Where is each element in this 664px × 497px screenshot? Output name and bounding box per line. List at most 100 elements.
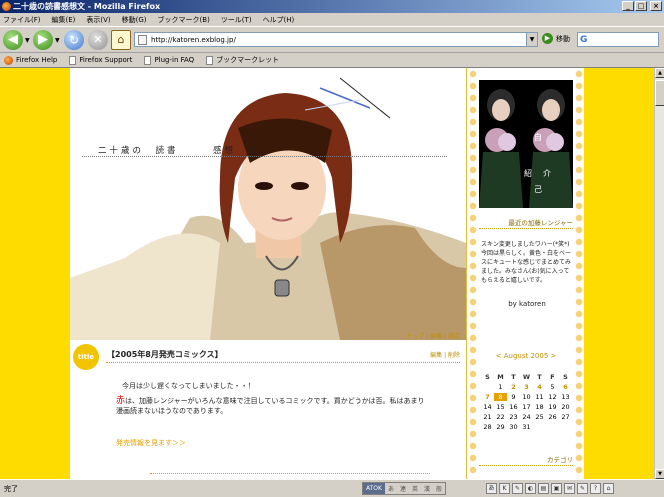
bookmark-label: ブックマークレット (216, 56, 280, 64)
calendar-day[interactable]: 4 (533, 383, 546, 391)
post-more-link[interactable]: 発売情報を見ます＞＞ (116, 438, 186, 448)
tray-icon[interactable]: ? (590, 483, 601, 494)
tray-icon[interactable]: ✎ (512, 483, 523, 494)
minimize-button[interactable]: _ (622, 1, 634, 11)
ime-mode[interactable]: 英 (409, 484, 421, 493)
bookmark-plugin-faq[interactable]: Plug-in FAQ (144, 55, 194, 65)
ime-mode[interactable]: あ (385, 484, 397, 493)
ime-mode[interactable]: 般 (433, 484, 445, 493)
post-body-text: は、加藤レンジャーがいろんな意味で注目しているコミックです。買かどうかは否。私は… (125, 397, 425, 405)
tray-icon[interactable]: ⌂ (603, 483, 614, 494)
close-button[interactable]: × (650, 1, 662, 11)
post-body-line: 漫画読まないほうなのであります。 (116, 407, 228, 415)
profile-caption-char: 自 (534, 133, 542, 142)
url-bar[interactable]: http://katoren.exblog.jp/ ▼ (134, 32, 538, 47)
menu-edit[interactable]: 編集(E) (52, 15, 76, 25)
stop-icon[interactable]: ✕ (88, 30, 108, 50)
window-titlebar[interactable]: 二十歳の読書感想文 - Mozilla Firefox _ □ × (0, 0, 664, 13)
menu-file[interactable]: ファイル(F) (3, 15, 41, 25)
system-tray: あ K ✎ ◐ ▤ ▣ ✉ ✎ ? ⌂ (486, 483, 614, 494)
sidebar-heading-latest: 最近の加藤レンジャー (479, 217, 573, 229)
polka-dot-border (467, 68, 479, 479)
ime-mode[interactable]: 漢 (421, 484, 433, 493)
calendar-day: 14 (483, 403, 492, 411)
post-title[interactable]: 【2005年8月発売コミックス】 (107, 349, 223, 360)
calendar-day: 13 (561, 393, 570, 401)
calendar-day: 9 (511, 393, 516, 401)
bookmark-bookmarklet[interactable]: ブックマークレット (206, 55, 279, 65)
calendar-day: 22 (496, 413, 505, 421)
tray-icon[interactable]: あ (486, 483, 497, 494)
post-edit-links[interactable]: 編集 | 削除 (430, 350, 460, 359)
header-photo: 二十歳の 読書 感想 文 トップ | 画像 | 設定 (70, 68, 466, 340)
calendar-weekday: M (497, 373, 504, 381)
calendar-day: 25 (535, 413, 544, 421)
go-label: 移動 (556, 34, 570, 43)
calendar-day: 28 (483, 423, 492, 431)
ime-mode[interactable]: 連 (397, 484, 409, 493)
calendar-day: 23 (509, 413, 518, 421)
header-links[interactable]: トップ | 画像 | 設定 (406, 331, 460, 340)
profile-portraits-image (479, 89, 573, 208)
calendar-day: 1 (498, 383, 503, 391)
vertical-scrollbar[interactable]: ▲ ▼ (654, 68, 664, 479)
menu-go[interactable]: 移動(G) (122, 15, 147, 25)
menu-tools[interactable]: ツール(T) (221, 15, 252, 25)
profile-image[interactable]: 自 紹 介 己 (479, 80, 573, 208)
home-icon[interactable]: ⌂ (111, 30, 131, 50)
tray-icon[interactable]: ▤ (538, 483, 549, 494)
forward-arrow-icon[interactable]: ▶ (33, 30, 53, 50)
calendar-day[interactable]: 7 (481, 393, 494, 401)
calendar-day[interactable]: 3 (520, 383, 533, 391)
calendar-title[interactable]: < August 2005 > (479, 352, 573, 360)
calendar-day: 19 (548, 403, 557, 411)
url-dropdown-icon[interactable]: ▼ (526, 33, 537, 46)
sidebar: 自 紹 介 己 最近の加藤レンジャー スキン変更しましたワハー(*笑*)今回は黒… (466, 68, 585, 479)
scroll-up-icon[interactable]: ▲ (655, 68, 664, 78)
bookmarks-toolbar: Firefox Help Firefox Support Plug-in FAQ… (0, 53, 664, 68)
tray-icon[interactable]: ✎ (577, 483, 588, 494)
reload-icon[interactable]: ↻ (64, 30, 84, 50)
tray-icon[interactable]: ◐ (525, 483, 536, 494)
menu-help[interactable]: ヘルプ(H) (263, 15, 295, 25)
tray-icon[interactable]: K (499, 483, 510, 494)
forward-dropdown-icon[interactable]: ▼ (55, 37, 60, 44)
calendar-day[interactable]: 8 (494, 393, 507, 401)
ime-label[interactable]: ATOK (363, 483, 385, 494)
bookmark-firefox-help[interactable]: Firefox Help (4, 55, 57, 65)
menu-bookmarks[interactable]: ブックマーク(B) (158, 15, 210, 25)
page-icon (138, 34, 147, 45)
blog-title[interactable]: 二十歳の 読書 感想 文 (98, 144, 259, 156)
sidebar-byline: by katoren (508, 300, 546, 308)
calendar-day: 16 (509, 403, 518, 411)
post-footer-divider (150, 473, 430, 474)
calendar-day: 17 (522, 403, 531, 411)
calendar-day: 30 (509, 423, 518, 431)
firefox-icon (2, 2, 11, 11)
scroll-down-icon[interactable]: ▼ (655, 469, 664, 479)
go-button[interactable]: ▶ 移動 (542, 33, 570, 44)
calendar-weekday: T (511, 373, 516, 381)
calendar-day: 10 (522, 393, 531, 401)
page-icon (206, 55, 214, 65)
web-content: 二十歳の 読書 感想 文 トップ | 画像 | 設定 自 紹 介 己 最近の加藤… (0, 68, 654, 479)
bookmark-firefox-support[interactable]: Firefox Support (69, 55, 133, 65)
back-arrow-icon[interactable]: ◀ (3, 30, 23, 50)
url-text[interactable]: http://katoren.exblog.jp/ (151, 36, 236, 44)
maximize-button[interactable]: □ (635, 1, 647, 11)
back-dropdown-icon[interactable]: ▼ (25, 37, 30, 44)
menu-view[interactable]: 表示(V) (86, 15, 110, 25)
tray-icon[interactable]: ▣ (551, 483, 562, 494)
post-divider (106, 362, 460, 363)
scroll-thumb[interactable] (655, 80, 664, 106)
google-icon[interactable]: G (580, 35, 587, 45)
calendar-day: 5 (550, 383, 555, 391)
calendar-day[interactable]: 2 (507, 383, 520, 391)
ime-toolbar[interactable]: ATOK あ 連 英 漢 般 (362, 482, 447, 495)
firefox-icon (4, 55, 13, 65)
search-input[interactable]: G (577, 32, 659, 47)
post-body-line: 今月は少し遅くなってしまいました・・！ (122, 382, 255, 390)
calendar-day[interactable]: 6 (559, 383, 572, 391)
bookmark-label: Firefox Support (79, 56, 133, 64)
tray-icon[interactable]: ✉ (564, 483, 575, 494)
